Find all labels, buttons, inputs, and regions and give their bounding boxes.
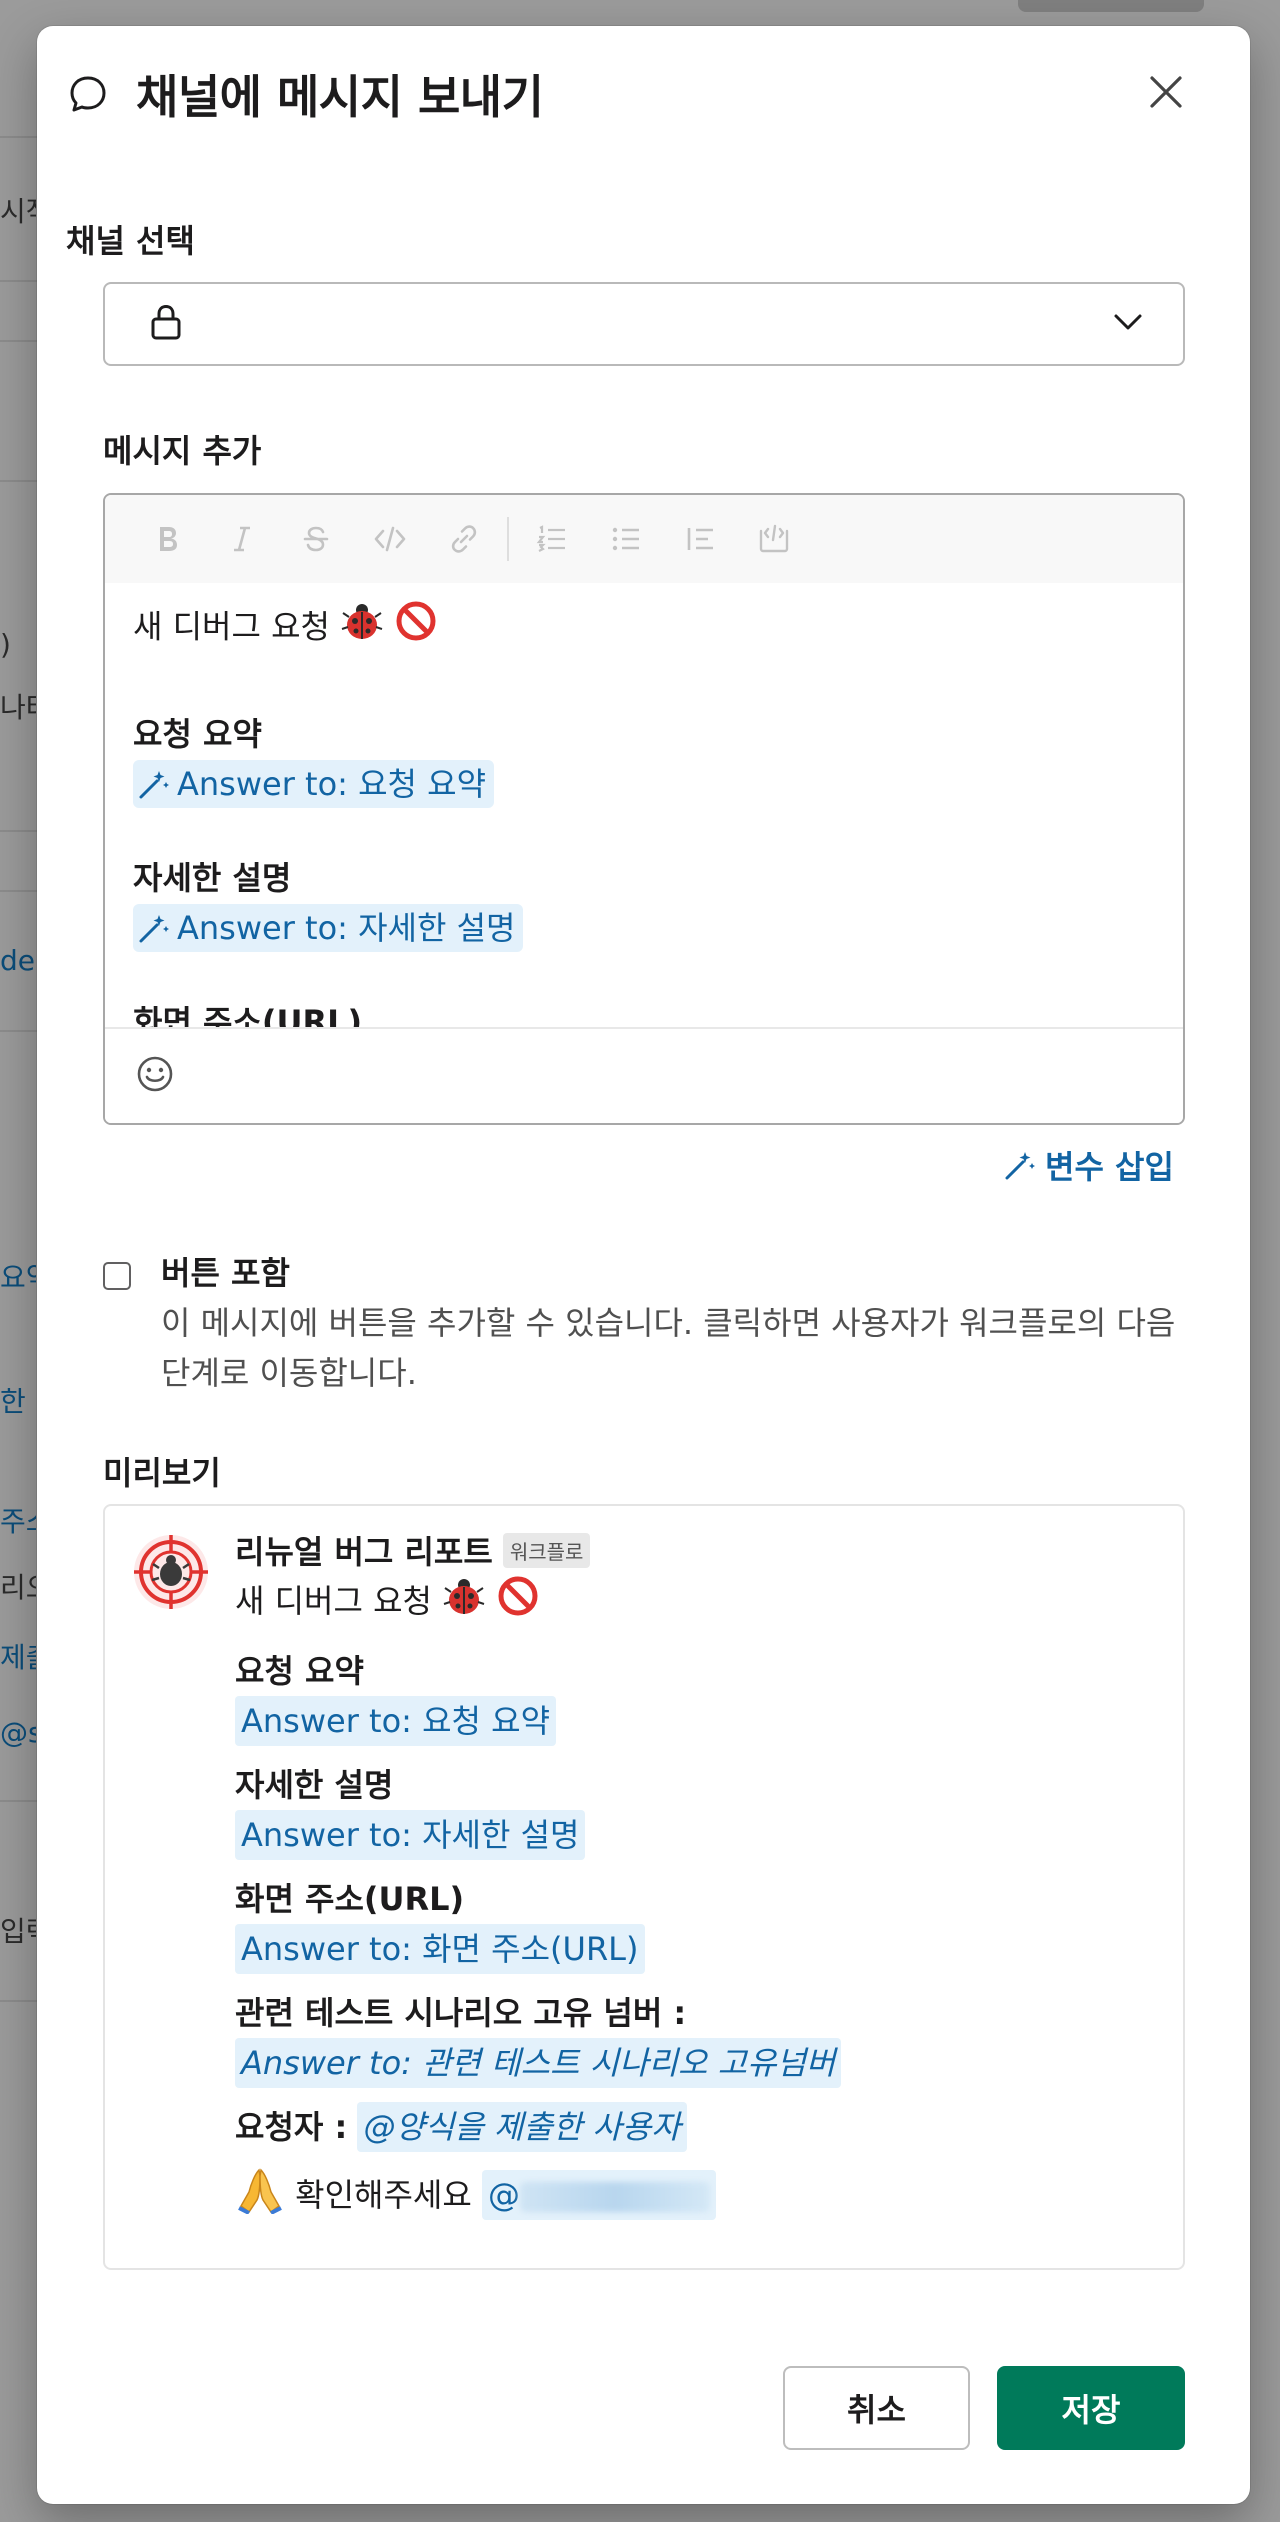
link-icon[interactable] (427, 509, 501, 569)
chevron-down-icon (1113, 312, 1143, 336)
summary-heading: 요청 요약 (133, 715, 262, 753)
preview-requester-line: 요청자 : @양식을 제출한 사용자 (235, 2102, 1153, 2152)
insert-variable-label: 변수 삽입 (1045, 1148, 1174, 1186)
message-label: 메시지 추가 (103, 432, 262, 470)
insert-variable-button[interactable]: 변수 삽입 (1003, 1142, 1174, 1188)
editor-footer (105, 1027, 1183, 1123)
detail-variable[interactable]: Answer to: 자세한 설명 (133, 904, 524, 952)
bold-icon[interactable] (131, 509, 205, 569)
url-heading-partial: 화면 주소(URL) (133, 1003, 363, 1031)
background-text: @s (0, 1716, 36, 1749)
bug-target-avatar (131, 1532, 211, 1612)
channel-select[interactable] (103, 282, 1185, 366)
strikethrough-icon[interactable] (279, 509, 353, 569)
dialog-header: 채널에 메시지 보내기 (66, 62, 544, 126)
quote-icon[interactable] (663, 509, 737, 569)
dialog-title: 채널에 메시지 보내기 (136, 70, 544, 124)
preview-scenario-line: 관련 테스트 시나리오 고유 넘버 : Answer to: 관련 테스트 시나… (235, 1988, 1153, 2088)
code-icon[interactable] (353, 509, 427, 569)
no-entry-icon (394, 599, 438, 658)
preview-confirm-text: 확인해주세요 (295, 2176, 472, 2214)
background-text: 요약 (0, 1261, 36, 1294)
preview-summary-heading: 요청 요약 (235, 1652, 364, 1690)
preview-scenario-variable: Answer to: 관련 테스트 시나리오 고유넘버 (235, 2038, 842, 2088)
chat-bubble-icon (66, 72, 110, 116)
workflow-badge: 워크플로 (502, 1532, 591, 1568)
formatting-toolbar (105, 495, 1183, 583)
preview-intro-line: 새 디버그 요청 (235, 1574, 1153, 1632)
include-button-description: 이 메시지에 버튼을 추가할 수 있습니다. 클릭하면 사용자가 워크플로의 다… (161, 1304, 1176, 1392)
preview-mention: @ (481, 2170, 716, 2220)
emoji-picker-icon[interactable] (135, 1054, 175, 1098)
preview-label: 미리보기 (103, 1454, 221, 1492)
preview-summary-variable: Answer to: 요청 요약 (235, 1696, 557, 1746)
preview-scenario-label: 관련 테스트 시나리오 고유 넘버 : (235, 1994, 687, 2032)
lock-icon (149, 303, 183, 345)
background-text: 한 설 (0, 1385, 36, 1418)
magic-wand-icon (139, 771, 169, 799)
preview-mention-prefix: @ (487, 2176, 520, 2214)
background-button (1018, 0, 1204, 12)
message-intro-text: 새 디버그 요청 (133, 607, 330, 646)
message-preview: 리뉴얼 버그 리포트 워크플로 새 디버그 요청 요청 요약 Answer to… (103, 1504, 1185, 2270)
code-block-icon[interactable] (737, 509, 811, 569)
preview-confirm-line: 확인해주세요 @ (235, 2166, 1153, 2228)
background-text: 시작 (0, 195, 36, 228)
background-text: de (0, 944, 35, 977)
include-button-checkbox[interactable] (103, 1262, 131, 1290)
message-intro-line: 새 디버그 요청 (133, 599, 1155, 658)
preview-detail-block: 자세한 설명 Answer to: 자세한 설명 (235, 1760, 1153, 1860)
ladybug-icon (340, 599, 384, 658)
preview-requester-variable: @양식을 제출한 사용자 (357, 2102, 687, 2152)
background-text: 주소 (0, 1505, 36, 1538)
redacted-username (519, 2182, 710, 2212)
ordered-list-icon[interactable] (515, 509, 589, 569)
preview-url-block: 화면 주소(URL) Answer to: 화면 주소(URL) (235, 1874, 1153, 1974)
background-text: 입력 (0, 1915, 36, 1948)
preview-requester-label: 요청자 : (235, 2108, 348, 2146)
no-entry-icon (496, 1574, 540, 1632)
preview-detail-variable: Answer to: 자세한 설명 (235, 1810, 586, 1860)
preview-url-variable: Answer to: 화면 주소(URL) (235, 1924, 645, 1974)
close-icon (1150, 76, 1182, 108)
preview-detail-heading: 자세한 설명 (235, 1766, 394, 1804)
channel-select-label: 채널 선택 (66, 222, 195, 260)
background-text: 제출 (0, 1641, 36, 1674)
bullet-list-icon[interactable] (589, 509, 663, 569)
background-text: 나타 (0, 691, 36, 724)
ladybug-icon (442, 1574, 486, 1632)
message-editor[interactable]: 새 디버그 요청 요청 요약 Answer to: 요청 요약 자세한 설명 A… (103, 493, 1185, 1125)
magic-wand-icon (1005, 1152, 1035, 1180)
background-text: 리오 (0, 1571, 36, 1604)
preview-sender-row: 리뉴얼 버그 리포트 워크플로 (235, 1526, 1153, 1574)
include-button-title: 버튼 포함 (161, 1254, 290, 1292)
message-editor-content[interactable]: 새 디버그 요청 요청 요약 Answer to: 요청 요약 자세한 설명 A… (105, 583, 1183, 1031)
detail-heading: 자세한 설명 (133, 859, 292, 897)
magic-wand-icon (139, 915, 169, 943)
preview-sender-name: 리뉴얼 버그 리포트 (235, 1533, 493, 1571)
cancel-button[interactable]: 취소 (783, 2366, 970, 2450)
folded-hands-icon (235, 2166, 285, 2228)
background-text: ) (0, 628, 11, 661)
summary-variable[interactable]: Answer to: 요청 요약 (133, 760, 495, 808)
toolbar-divider (507, 517, 509, 561)
preview-message-content: 리뉴얼 버그 리포트 워크플로 새 디버그 요청 요청 요약 Answer to… (235, 1526, 1153, 2228)
italic-icon[interactable] (205, 509, 279, 569)
preview-intro-text: 새 디버그 요청 (235, 1582, 432, 1620)
detail-variable-text: Answer to: 자세한 설명 (177, 909, 516, 947)
close-button[interactable] (1138, 64, 1194, 120)
summary-variable-text: Answer to: 요청 요약 (177, 765, 487, 803)
preview-url-heading: 화면 주소(URL) (235, 1880, 465, 1918)
preview-summary-block: 요청 요약 Answer to: 요청 요약 (235, 1646, 1153, 1746)
save-button[interactable]: 저장 (997, 2366, 1185, 2450)
